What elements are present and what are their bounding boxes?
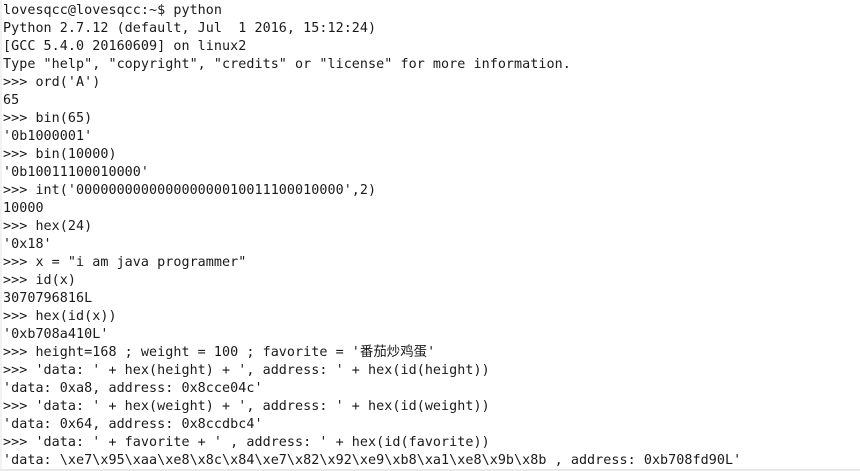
terminal-line-input: >>> bin(65) — [3, 111, 93, 126]
terminal-line-input: >>> int('0000000000000000000100111000100… — [3, 183, 377, 198]
terminal-line-output: '0b1000001' — [3, 129, 93, 144]
terminal-line-output: 65 — [3, 93, 20, 108]
terminal-line-input: >>> height=168 ; weight = 100 ; favorite… — [3, 345, 436, 360]
terminal-line-output: '0b10011100010000' — [3, 165, 150, 180]
terminal-line-output: 'data: 0xa8, address: 0x8cce04c' — [3, 381, 263, 396]
terminal-line-output: 10000 — [3, 201, 44, 216]
terminal-line-input: >>> 'data: ' + hex(weight) + ', address:… — [3, 399, 490, 414]
terminal-line-shell-command: lovesqcc@lovesqcc:~$ python — [3, 3, 223, 18]
window-border — [0, 0, 2, 471]
terminal-line-output: 'data: \xe7\x95\xaa\xe8\x8c\x84\xe7\x82\… — [3, 453, 742, 468]
terminal-line-input: >>> ord('A') — [3, 75, 101, 90]
terminal-line-gcc-info: [GCC 5.4.0 20160609] on linux2 — [3, 39, 247, 54]
terminal-line-input: >>> id(x) — [3, 273, 77, 288]
terminal-line-input: >>> 'data: ' + favorite + ' , address: '… — [3, 435, 490, 450]
terminal-line-input: >>> x = "i am java programmer" — [3, 255, 247, 270]
terminal-line-python-version: Python 2.7.12 (default, Jul 1 2016, 15:1… — [3, 21, 377, 36]
terminal-line-output: '0xb708a410L' — [3, 327, 109, 342]
terminal-line-input: >>> bin(10000) — [3, 147, 117, 162]
terminal-line-help-info: Type "help", "copyright", "credits" or "… — [3, 57, 571, 72]
terminal-line-input: >>> hex(24) — [3, 219, 93, 234]
terminal-line-input: >>> 'data: ' + hex(height) + ', address:… — [3, 363, 490, 378]
terminal-line-output: '0x18' — [3, 237, 52, 252]
terminal-line-output: 3070796816L — [3, 291, 93, 306]
terminal-line-output: 'data: 0x64, address: 0x8ccdbc4' — [3, 417, 263, 432]
terminal-line-input: >>> hex(id(x)) — [3, 309, 117, 324]
terminal-window[interactable]: lovesqcc@lovesqcc:~$ python Python 2.7.1… — [0, 0, 860, 471]
